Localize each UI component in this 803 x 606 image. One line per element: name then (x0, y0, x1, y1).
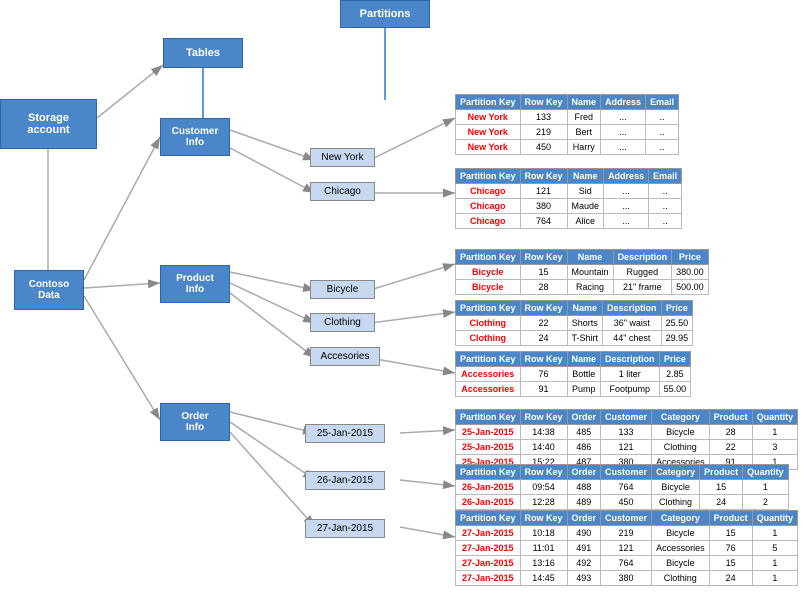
table-row: New York450Harry..... (456, 140, 679, 155)
th-category: Category (652, 465, 700, 480)
th-name: Name (567, 301, 603, 316)
table-order-25: Partition Key Row Key Order Customer Cat… (455, 409, 798, 470)
table-row: 25-Jan-201514:38485133Bicycle281 (456, 425, 798, 440)
table-row: 27-Jan-201510:18490219Bicycle151 (456, 526, 798, 541)
th-pk: Partition Key (456, 511, 521, 526)
th-name: Name (567, 352, 601, 367)
table-product-clo: Partition Key Row Key Name Description P… (455, 300, 693, 346)
th-pk: Partition Key (456, 301, 521, 316)
table-row: 27-Jan-201513:16492764Bicycle151 (456, 556, 798, 571)
th-order: Order (567, 511, 601, 526)
partitions-box: Partitions (340, 0, 430, 28)
th-order: Order (567, 410, 601, 425)
customer-box: Customer Info (160, 118, 230, 156)
table-row: Chicago764Alice..... (456, 214, 682, 229)
table-row: 26-Jan-201512:28489450Clothing242 (456, 495, 789, 510)
th-email: Email (649, 169, 682, 184)
th-rk: Row Key (520, 301, 567, 316)
partition-jan26: 26-Jan-2015 (305, 471, 385, 490)
th-name: Name (567, 169, 604, 184)
th-price: Price (661, 301, 693, 316)
contoso-label: Contoso Data (29, 279, 70, 301)
th-rk: Row Key (520, 352, 567, 367)
th-category: Category (652, 511, 710, 526)
tables-box: Tables (163, 38, 243, 68)
th-name: Name (567, 95, 601, 110)
th-quantity: Quantity (752, 511, 798, 526)
th-desc: Description (603, 301, 662, 316)
th-pk: Partition Key (456, 250, 521, 265)
th-email: Email (646, 95, 679, 110)
contoso-box: Contoso Data (14, 270, 84, 310)
th-rk: Row Key (520, 250, 567, 265)
table-row: Bicycle15MountainRugged380.00 (456, 265, 709, 280)
table-row: New York219Bert..... (456, 125, 679, 140)
th-address: Address (604, 169, 649, 184)
table-row: 26-Jan-201509:54488764Bicycle151 (456, 480, 789, 495)
th-category: Category (652, 410, 710, 425)
partition-jan25: 25-Jan-2015 (305, 424, 385, 443)
th-pk: Partition Key (456, 410, 521, 425)
table-row: Clothing22Shorts36" waist25.50 (456, 316, 693, 331)
partitions-label: Partitions (360, 8, 411, 20)
th-pk: Partition Key (456, 465, 521, 480)
table-row: Chicago121Sid..... (456, 184, 682, 199)
th-quantity: Quantity (752, 410, 798, 425)
th-product: Product (709, 511, 752, 526)
th-pk: Partition Key (456, 95, 521, 110)
th-product: Product (700, 465, 743, 480)
th-address: Address (601, 95, 646, 110)
order-label: Order Info (181, 411, 208, 433)
partition-chicago: Chicago (310, 182, 375, 201)
customer-label: Customer Info (172, 126, 219, 148)
th-quantity: Quantity (743, 465, 789, 480)
th-pk: Partition Key (456, 169, 521, 184)
th-price: Price (672, 250, 709, 265)
th-product: Product (709, 410, 752, 425)
th-rk: Row Key (520, 95, 567, 110)
table-product-bic: Partition Key Row Key Name Description P… (455, 249, 709, 295)
storage-label: Storage account (27, 112, 69, 136)
order-box: Order Info (160, 403, 230, 441)
diagram: Storage account Contoso Data Tables Part… (0, 0, 803, 606)
table-order-27: Partition Key Row Key Order Customer Cat… (455, 510, 798, 586)
partition-clothing: Clothing (310, 313, 375, 332)
th-desc: Description (613, 250, 672, 265)
table-row: Bicycle28Racing21" frame500.00 (456, 280, 709, 295)
th-rk: Row Key (520, 465, 567, 480)
table-row: 25-Jan-201514:40486121Clothing223 (456, 440, 798, 455)
table-row: Clothing24T-Shirt44" chest29.95 (456, 331, 693, 346)
product-box: Product Info (160, 265, 230, 303)
th-customer: Customer (601, 511, 652, 526)
partition-accessories: Accesories (310, 347, 380, 366)
table-customer-ny: Partition Key Row Key Name Address Email… (455, 94, 679, 155)
table-row: 27-Jan-201514:45493380Clothing241 (456, 571, 798, 586)
table-row: New York133Fred..... (456, 110, 679, 125)
table-row: Chicago380Maude..... (456, 199, 682, 214)
table-product-acc: Partition Key Row Key Name Description P… (455, 351, 691, 397)
th-pk: Partition Key (456, 352, 521, 367)
tables-label: Tables (186, 47, 220, 59)
th-rk: Row Key (520, 169, 567, 184)
table-row: Accessories76Bottle1 liter2.85 (456, 367, 691, 382)
th-customer: Customer (601, 465, 652, 480)
th-rk: Row Key (520, 410, 567, 425)
th-rk: Row Key (520, 511, 567, 526)
th-desc: Description (601, 352, 660, 367)
product-label: Product Info (176, 273, 214, 295)
th-order: Order (567, 465, 601, 480)
th-customer: Customer (601, 410, 652, 425)
table-order-26: Partition Key Row Key Order Customer Cat… (455, 464, 789, 510)
th-price: Price (659, 352, 691, 367)
table-row: 27-Jan-201511:01491121Accessories765 (456, 541, 798, 556)
table-row: Accessories91PumpFootpump55.00 (456, 382, 691, 397)
partition-bicycle: Bicycle (310, 280, 375, 299)
partition-newyork: New York (310, 148, 375, 167)
storage-box: Storage account (0, 99, 97, 149)
table-customer-chi: Partition Key Row Key Name Address Email… (455, 168, 682, 229)
th-name: Name (567, 250, 613, 265)
partition-jan27: 27-Jan-2015 (305, 519, 385, 538)
